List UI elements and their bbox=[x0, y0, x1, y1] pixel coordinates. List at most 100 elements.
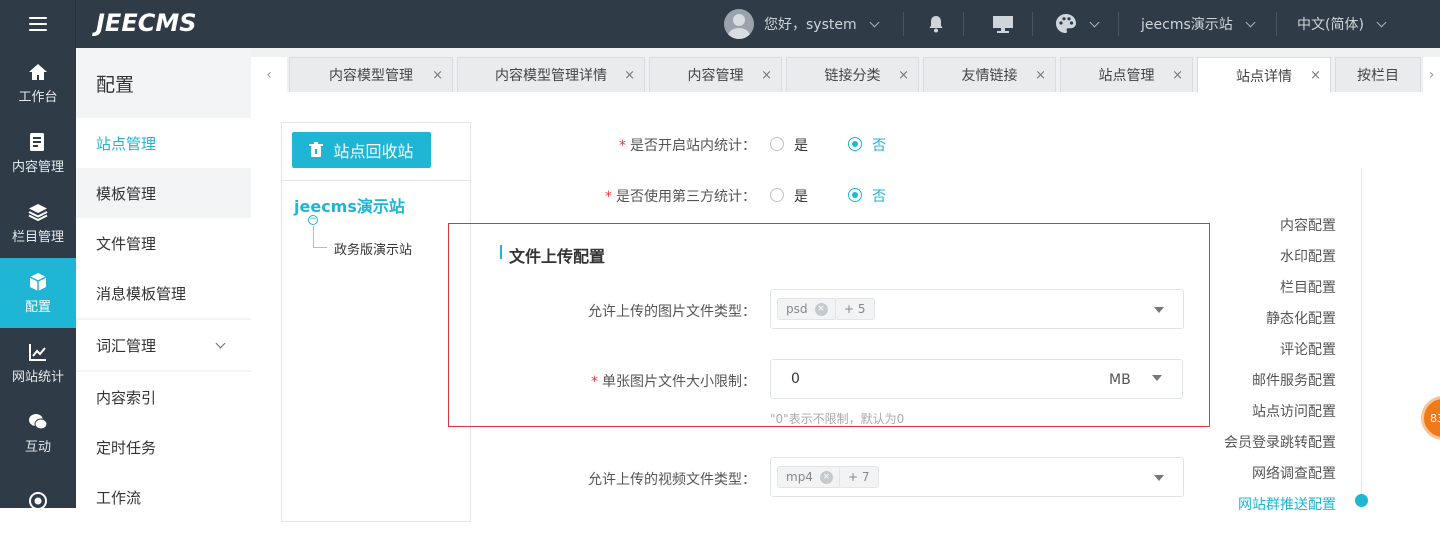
home-icon bbox=[28, 62, 48, 82]
anchor-content-config[interactable]: 内容配置 bbox=[1280, 215, 1336, 235]
language-switcher[interactable]: 中文(简体) bbox=[1297, 0, 1387, 48]
anchor-active-dot bbox=[1355, 494, 1368, 507]
required-asterisk: * bbox=[619, 138, 626, 154]
tab-label: 内容模型管理 bbox=[329, 68, 413, 84]
user-menu[interactable]: 您好，system bbox=[724, 0, 880, 48]
image-size-input[interactable]: 0 MB bbox=[770, 359, 1183, 399]
monitor-icon bbox=[993, 16, 1013, 33]
sidebar-item-workflow[interactable]: 工作流 bbox=[76, 472, 251, 522]
required-asterisk: * bbox=[605, 189, 612, 205]
chevron-down-icon bbox=[869, 17, 880, 27]
nav-interaction[interactable]: 互动 bbox=[0, 398, 76, 468]
site-stat-no-radio[interactable] bbox=[848, 137, 862, 151]
size-unit: MB bbox=[1109, 372, 1131, 388]
close-icon[interactable]: × bbox=[898, 68, 909, 83]
tab-label: 链接分类 bbox=[824, 68, 881, 84]
close-icon[interactable]: × bbox=[814, 302, 828, 316]
anchor-survey-config[interactable]: 网络调查配置 bbox=[1252, 463, 1336, 483]
dropdown-arrow-icon bbox=[1154, 307, 1164, 313]
tab-label: 内容管理 bbox=[687, 68, 744, 84]
nav-workbench[interactable]: 工作台 bbox=[0, 48, 76, 118]
tab-label: 友情链接 bbox=[961, 68, 1018, 84]
third-stat-no-radio[interactable] bbox=[848, 188, 862, 202]
tabs-scroll-left-button[interactable]: ‹ bbox=[251, 57, 287, 92]
video-types-select[interactable]: mp4 × + 7 bbox=[770, 457, 1184, 497]
user-greeting: 您好，system bbox=[764, 17, 857, 33]
sidebar-item-site-management[interactable]: 站点管理 bbox=[76, 118, 251, 168]
tab-by-column[interactable]: 按栏目 bbox=[1335, 57, 1421, 92]
tab-friend-links[interactable]: 友情链接 × bbox=[923, 57, 1056, 92]
language-label: 中文(简体) bbox=[1297, 17, 1364, 33]
third-stat-yes-radio[interactable] bbox=[770, 188, 784, 202]
site-switcher[interactable]: jeecms演示站 bbox=[1141, 0, 1256, 48]
anchor-static-config[interactable]: 静态化配置 bbox=[1266, 308, 1336, 328]
close-icon[interactable]: × bbox=[1172, 68, 1183, 83]
tab-content-management[interactable]: 内容管理 × bbox=[649, 57, 782, 92]
image-types-label: 允许上传的图片文件类型： bbox=[588, 304, 756, 320]
anchor-column-config[interactable]: 栏目配置 bbox=[1280, 277, 1336, 297]
document-edit-icon bbox=[28, 132, 48, 152]
sidebar-item-label: 词汇管理 bbox=[96, 336, 157, 355]
circle-icon bbox=[28, 491, 48, 511]
menu-toggle-button[interactable] bbox=[0, 0, 76, 48]
nav-more[interactable] bbox=[0, 468, 76, 538]
collapse-icon[interactable]: − bbox=[308, 215, 318, 225]
site-recycle-button[interactable]: 站点回收站 bbox=[292, 132, 431, 168]
palette-icon bbox=[1056, 14, 1076, 33]
chevron-down-icon bbox=[1089, 17, 1100, 27]
trash-icon bbox=[309, 142, 324, 157]
nav-config[interactable]: 配置 bbox=[0, 258, 76, 328]
anchor-site-access-config[interactable]: 站点访问配置 bbox=[1252, 401, 1336, 421]
main-nav-rail: 工作台 内容管理 栏目管理 配置 网站统计 互动 bbox=[0, 48, 76, 510]
sidebar-item-scheduled-tasks[interactable]: 定时任务 bbox=[76, 422, 251, 472]
image-type-tag: psd × bbox=[777, 298, 837, 320]
theme-menu[interactable] bbox=[1055, 0, 1100, 48]
frontend-preview-button[interactable] bbox=[992, 0, 1014, 48]
tab-site-detail[interactable]: 站点详情 × bbox=[1197, 57, 1331, 93]
anchor-watermark-config[interactable]: 水印配置 bbox=[1280, 246, 1336, 266]
chat-icon bbox=[28, 412, 48, 432]
app-logo: JEECMS bbox=[96, 9, 197, 37]
sidebar-item-vocabulary[interactable]: 词汇管理 bbox=[76, 320, 251, 370]
nav-label: 栏目管理 bbox=[11, 229, 64, 245]
close-icon[interactable]: × bbox=[432, 68, 443, 83]
image-types-select[interactable]: psd × + 5 bbox=[770, 289, 1184, 329]
tree-child-node[interactable]: 政务版演示站 bbox=[334, 239, 412, 258]
floating-badge[interactable]: 83 bbox=[1421, 396, 1440, 440]
tabs-scroll-right-button[interactable]: › bbox=[1423, 57, 1440, 92]
close-icon[interactable]: × bbox=[1035, 68, 1046, 83]
nav-column-management[interactable]: 栏目管理 bbox=[0, 188, 76, 258]
recycle-label: 站点回收站 bbox=[333, 142, 414, 161]
third-stat-label: * 是否使用第三方统计： bbox=[540, 186, 756, 206]
hamburger-icon bbox=[28, 17, 47, 31]
tab-content-model[interactable]: 内容模型管理 × bbox=[289, 57, 453, 92]
close-icon[interactable]: × bbox=[819, 470, 833, 484]
sidebar-item-message-template[interactable]: 消息模板管理 bbox=[76, 268, 251, 318]
dropdown-arrow-icon[interactable] bbox=[1152, 375, 1162, 381]
chevron-down-icon bbox=[1376, 17, 1387, 27]
anchor-mail-config[interactable]: 邮件服务配置 bbox=[1252, 370, 1336, 390]
chevron-right-icon: › bbox=[1428, 66, 1435, 83]
close-icon[interactable]: × bbox=[624, 68, 635, 83]
tab-link-category[interactable]: 链接分类 × bbox=[786, 57, 919, 92]
notifications-button[interactable] bbox=[928, 0, 944, 48]
anchor-comment-config[interactable]: 评论配置 bbox=[1280, 339, 1336, 359]
sidebar-item-content-index[interactable]: 内容索引 bbox=[76, 372, 251, 422]
nav-content-management[interactable]: 内容管理 bbox=[0, 118, 76, 188]
nav-label: 网站统计 bbox=[11, 369, 64, 385]
sidebar-item-template-management[interactable]: 模板管理 bbox=[76, 168, 251, 218]
tab-content-model-detail[interactable]: 内容模型管理详情 × bbox=[457, 57, 645, 92]
site-stat-yes-radio[interactable] bbox=[770, 137, 784, 151]
close-icon[interactable]: × bbox=[1310, 68, 1321, 83]
tree-connector bbox=[313, 247, 327, 248]
chevron-down-icon bbox=[1245, 17, 1256, 27]
tab-label: 按栏目 bbox=[1357, 68, 1399, 84]
close-icon[interactable]: × bbox=[761, 68, 772, 83]
field-label: 是否开启站内统计： bbox=[630, 138, 756, 154]
anchor-member-login-config[interactable]: 会员登录跳转配置 bbox=[1224, 432, 1336, 452]
sidebar-item-file-management[interactable]: 文件管理 bbox=[76, 218, 251, 268]
anchor-site-group-push-config[interactable]: 网站群推送配置 bbox=[1238, 494, 1336, 514]
nav-site-stats[interactable]: 网站统计 bbox=[0, 328, 76, 398]
tab-site-management[interactable]: 站点管理 × bbox=[1060, 57, 1193, 92]
radio-label: 是 bbox=[794, 189, 808, 205]
